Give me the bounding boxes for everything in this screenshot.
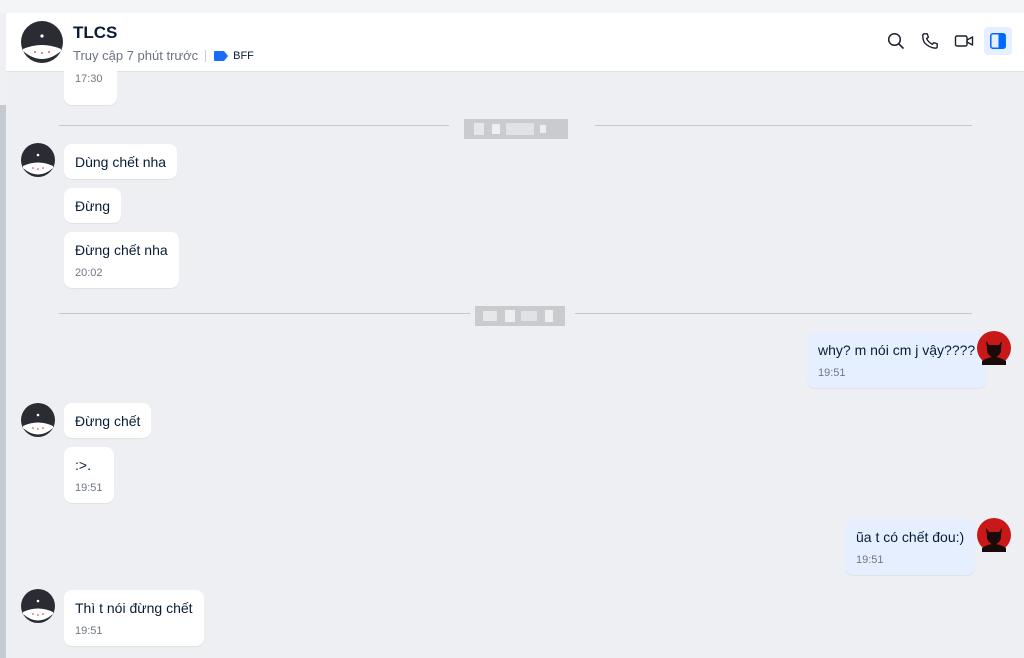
status-separator (205, 49, 207, 62)
message-time: 19:51 (75, 482, 103, 494)
message-text: Thì t nói đừng chết (75, 600, 193, 616)
contact-avatar[interactable] (21, 403, 55, 437)
label-tag-icon[interactable] (214, 50, 229, 61)
message-bubble[interactable]: Đừng (64, 188, 122, 223)
message-bubble[interactable]: Đừng chết (64, 403, 152, 438)
phone-icon (922, 33, 938, 49)
message-bubble[interactable]: 17:30 (64, 62, 117, 105)
contact-name[interactable]: TLCS (73, 23, 117, 43)
window-top-strip (0, 0, 1024, 13)
message-bubble[interactable]: Đừng chết nha 20:02 (64, 232, 179, 288)
message-text: why? m nói cm j vậy???? (818, 342, 976, 358)
my-message-bubble[interactable]: ũa t có chết đou:) 19:51 (845, 519, 976, 575)
message-time: 19:51 (856, 554, 884, 566)
last-seen-text: Truy cập 7 phút trước (73, 48, 199, 63)
my-avatar[interactable] (977, 518, 1011, 552)
message-time: 19:51 (75, 625, 103, 637)
video-call-button[interactable] (950, 27, 978, 55)
message-time: 20:02 (75, 267, 103, 279)
message-time: 19:51 (818, 367, 846, 379)
date-divider-line (595, 125, 972, 126)
message-text: Đừng chết nha (75, 242, 168, 258)
message-list[interactable]: 17:30 Dùng chết nha Đừng Đừng chết nha 2… (6, 62, 1024, 658)
my-avatar[interactable] (977, 331, 1011, 365)
search-button[interactable] (882, 27, 910, 55)
message-text: :>. (75, 457, 91, 473)
message-bubble[interactable]: :>. 19:51 (64, 447, 114, 503)
message-text: Đừng chết (75, 413, 141, 429)
message-text: ũa t có chết đou:) (856, 529, 965, 545)
video-camera-icon (954, 35, 974, 47)
label-tag-text[interactable]: BFF (233, 50, 254, 62)
sidebar-toggle-icon (990, 33, 1006, 49)
chat-header: TLCS Truy cập 7 phút trước BFF (6, 13, 1024, 72)
message-bubble[interactable]: Thì t nói đừng chết 19:51 (64, 590, 204, 646)
header-actions (882, 27, 1012, 55)
contact-avatar[interactable] (21, 589, 55, 623)
contact-avatar[interactable] (21, 143, 55, 177)
search-icon (887, 32, 904, 49)
blurred-date-label (464, 119, 568, 139)
contact-status: Truy cập 7 phút trước BFF (73, 48, 254, 63)
my-message-bubble[interactable]: why? m nói cm j vậy???? 19:51 (807, 332, 987, 388)
blurred-date-label (475, 306, 565, 326)
message-time: 17:30 (75, 73, 103, 85)
conversation-info-button[interactable] (984, 27, 1012, 55)
date-divider-line (59, 313, 470, 314)
date-divider-line (575, 313, 972, 314)
message-bubble[interactable]: Dùng chết nha (64, 144, 178, 179)
contact-avatar[interactable] (21, 21, 63, 63)
date-divider-line (59, 125, 449, 126)
message-text: Dùng chết nha (75, 154, 167, 170)
message-text: Đừng (75, 198, 111, 214)
voice-call-button[interactable] (916, 27, 944, 55)
